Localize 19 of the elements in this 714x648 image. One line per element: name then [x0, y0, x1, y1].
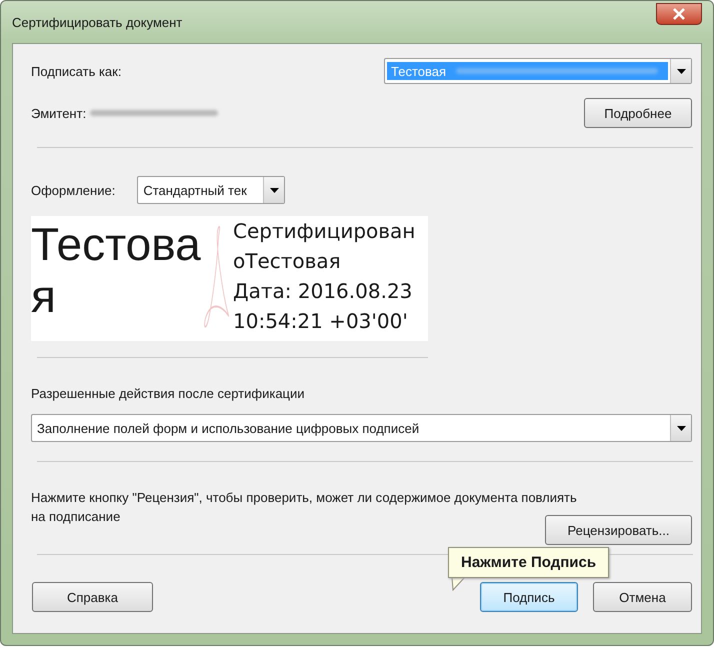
cancel-button[interactable]: Отмена	[593, 582, 692, 612]
signer-name: Тестова я	[31, 217, 201, 322]
close-button[interactable]	[656, 3, 702, 25]
appearance-dropdown[interactable]: Стандартный тек	[137, 176, 286, 204]
help-button[interactable]: Справка	[32, 582, 153, 612]
caret-icon	[676, 68, 686, 74]
caret-icon	[270, 188, 279, 192]
window-title: Сертифицировать документ	[12, 14, 182, 30]
caret-icon	[676, 426, 686, 430]
close-icon	[672, 8, 686, 20]
permissions-dropdown[interactable]: Заполнение полей форм и использование цифровых подписей	[31, 414, 692, 442]
signature-details: Сертифицирован оТестовая Дата: 2016.08.23 10:54:21 +03'00'	[232, 218, 416, 335]
sign-button[interactable]: Подпись	[480, 582, 578, 612]
review-button[interactable]: Рецензировать...	[545, 515, 692, 545]
field-label: Оформление:	[31, 182, 116, 198]
details-button[interactable]: Подробнее	[584, 98, 692, 128]
field-label: Разрешенные действия после сертификации	[31, 386, 306, 401]
field-label: Подписать как:	[31, 64, 122, 78]
field-label: Эмитент:	[31, 106, 86, 120]
